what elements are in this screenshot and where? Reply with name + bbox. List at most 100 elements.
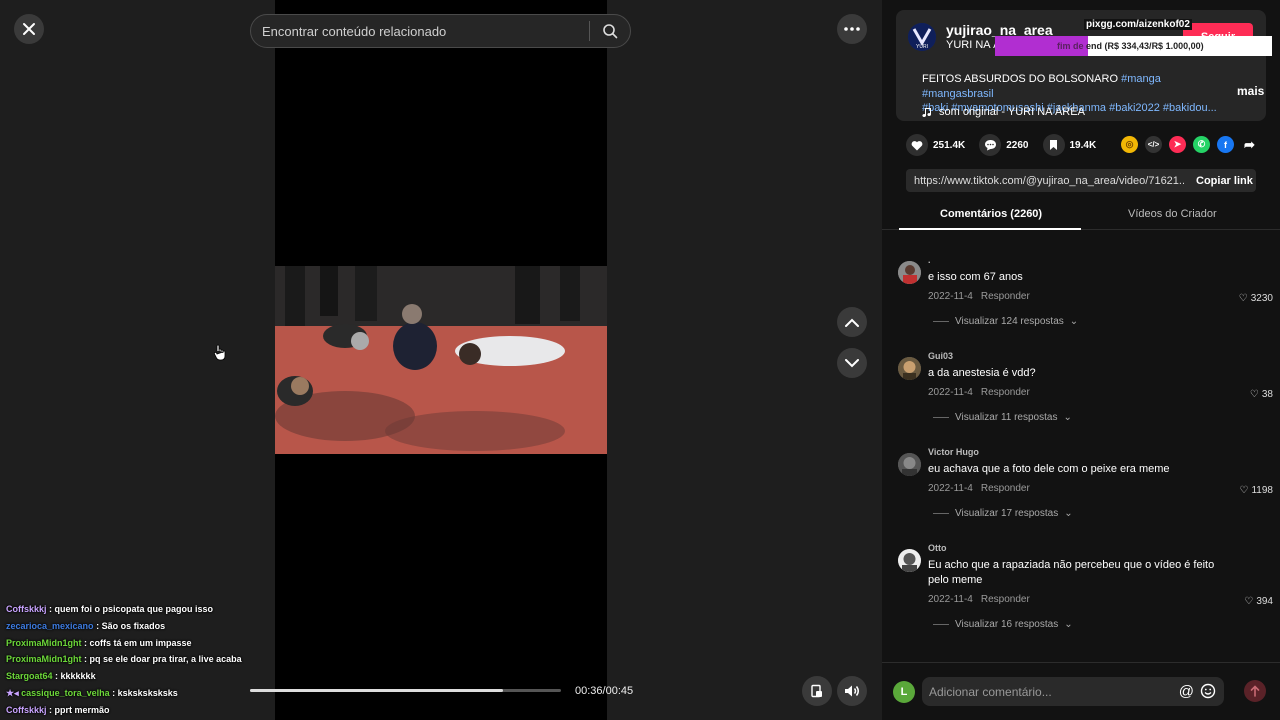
commenter-avatar[interactable]	[898, 453, 921, 476]
commenter-avatar[interactable]	[898, 261, 921, 284]
reply-button[interactable]: Responder	[981, 387, 1030, 398]
save-stat[interactable]: 19.4K	[1042, 134, 1097, 156]
reply-button[interactable]: Responder	[981, 483, 1030, 494]
video-progress-bar[interactable]	[250, 689, 561, 692]
donation-goal-prefix: fim de	[1057, 41, 1084, 51]
volume-button[interactable]	[837, 676, 867, 706]
comment-input[interactable]: Adicionar comentário... @	[922, 677, 1224, 706]
send-to-friend-icon[interactable]: ➤	[1169, 136, 1186, 153]
commenter-avatar[interactable]	[898, 357, 921, 380]
related-search-box[interactable]: Encontrar conteúdo relacionado	[250, 14, 631, 48]
view-replies-button[interactable]: Visualizar 16 respostas ⌄	[933, 619, 1073, 630]
comment-icon[interactable]	[979, 134, 1002, 156]
donation-goal-bar: fim de end (R$ 334,43/R$ 1.000,00)	[995, 36, 1272, 56]
view-replies-button[interactable]: Visualizar 11 respostas ⌄	[933, 412, 1072, 423]
chat-message: ProximaMidn1ght : coffs tá em um impasse	[6, 637, 192, 648]
view-replies-label: Visualizar 16 respostas	[955, 619, 1059, 630]
save-count: 19.4K	[1069, 139, 1097, 151]
bookmark-icon[interactable]	[1042, 134, 1065, 156]
commenter-name[interactable]: Victor Hugo	[928, 447, 979, 457]
creator-avatar[interactable]: YURI	[908, 23, 936, 51]
creator-nickname: YURI NA Á	[946, 39, 1001, 51]
video-player[interactable]	[275, 0, 607, 720]
details-panel: YURI yujirao_na_area YURI NA Á Seguir FE…	[882, 0, 1280, 720]
video-area: Encontrar conteúdo relacionado 00:36/00:…	[0, 0, 882, 720]
pip-button[interactable]	[802, 676, 832, 706]
view-replies-button[interactable]: Visualizar 17 respostas ⌄	[933, 508, 1073, 519]
whatsapp-icon[interactable]: ✆	[1193, 136, 1210, 153]
sound-link[interactable]: som original - YURI NA ÁREA	[922, 106, 1085, 118]
share-arrow-icon[interactable]: ➦	[1241, 136, 1258, 153]
copy-link-button[interactable]: Copiar link	[1196, 175, 1253, 187]
next-video-button[interactable]	[837, 348, 867, 378]
reply-button[interactable]: Responder	[981, 594, 1030, 605]
emoji-icon[interactable]	[1200, 683, 1216, 702]
heart-icon[interactable]	[906, 134, 928, 156]
close-button[interactable]	[14, 14, 44, 44]
more-options-button[interactable]	[837, 14, 867, 44]
comment-meta: 2022-11-4 Responder	[928, 291, 1030, 302]
commenter-name[interactable]: .	[928, 255, 931, 265]
chat-message: ProximaMidn1ght : pq se ele doar pra tir…	[6, 654, 242, 665]
mention-icon[interactable]: @	[1179, 683, 1194, 702]
heart-outline-icon: ♡	[1249, 389, 1259, 400]
donation-goal-amount: end (R$ 334,43/R$ 1.000,00)	[1086, 41, 1204, 51]
chevron-down-icon: ⌄	[1064, 508, 1073, 519]
like-stat[interactable]: 251.4K	[906, 134, 965, 156]
chevron-up-icon	[845, 318, 859, 327]
comment-text: Eu acho que a rapaziada não percebeu que…	[928, 559, 1215, 586]
music-note-icon	[922, 107, 932, 117]
chat-message: Coffskkkj : pprt mermão	[6, 704, 110, 715]
like-count: 251.4K	[933, 139, 966, 151]
video-url: https://www.tiktok.com/@yujirao_na_area/…	[914, 174, 1184, 187]
comment-like-button[interactable]: ♡ 1198	[1240, 485, 1273, 496]
view-replies-button[interactable]: Visualizar 124 respostas ⌄	[933, 316, 1078, 327]
chevron-down-icon: ⌄	[1069, 316, 1079, 327]
commenter-name[interactable]: Otto	[928, 543, 947, 553]
heart-outline-icon: ♡	[1238, 293, 1248, 304]
active-tab-indicator	[899, 228, 1081, 230]
tab-comments[interactable]: Comentários (2260)	[940, 208, 1042, 220]
my-avatar[interactable]: L	[893, 681, 915, 703]
comment-stat[interactable]: 2260	[979, 134, 1029, 156]
comment-input-placeholder: Adicionar comentário...	[929, 684, 1052, 699]
tab-creator-videos[interactable]: Vídeos do Criador	[1128, 208, 1217, 220]
coin-icon[interactable]: ◎	[1121, 136, 1138, 153]
chevron-down-icon	[845, 358, 859, 367]
facebook-icon[interactable]: f	[1217, 136, 1234, 153]
embed-code-icon[interactable]: </>	[1145, 136, 1162, 153]
previous-video-button[interactable]	[837, 307, 867, 337]
comment-text: eu achava que a foto dele com o peixe er…	[928, 463, 1170, 475]
comment-meta: 2022-11-4 Responder	[928, 594, 1030, 605]
comment-text: e isso com 67 anos	[928, 271, 1023, 283]
commenter-name[interactable]: Gui03	[928, 351, 953, 361]
pip-icon	[811, 684, 822, 698]
comment-like-button[interactable]: ♡ 3230	[1239, 293, 1273, 304]
mouse-cursor-icon	[214, 344, 226, 366]
chevron-down-icon: ⌄	[1063, 412, 1072, 423]
send-comment-button[interactable]	[1244, 680, 1266, 702]
comment-meta: 2022-11-4 Responder	[928, 483, 1030, 494]
heart-outline-icon: ♡	[1239, 485, 1249, 496]
copy-link-box: https://www.tiktok.com/@yujirao_na_area/…	[906, 169, 1256, 192]
comment-like-button[interactable]: ♡ 394	[1244, 596, 1273, 607]
commenter-avatar[interactable]	[898, 549, 921, 572]
donation-link: pixgg.com/aizenkof02	[1084, 19, 1192, 30]
reply-button[interactable]: Responder	[981, 291, 1030, 302]
donation-goal-text: fim de end (R$ 334,43/R$ 1.000,00)	[1051, 36, 1272, 56]
search-icon[interactable]	[600, 21, 620, 41]
expand-description-button[interactable]: mais	[1237, 84, 1264, 98]
replies-line	[933, 417, 949, 418]
chat-message: Stargoat64 : kkkkkkk	[6, 671, 96, 682]
chat-text: São os fixados	[101, 620, 166, 631]
comment-like-count: 3230	[1250, 293, 1273, 304]
chat-username: ProximaMidn1ght	[6, 654, 82, 665]
chat-text: kkkkkkk	[60, 671, 96, 682]
share-options: ◎ </> ➤ ✆ f ➦	[1121, 136, 1258, 153]
comment-like-button[interactable]: ♡ 38	[1250, 389, 1273, 400]
comment-input-icons: @	[1179, 683, 1216, 702]
comment-date: 2022-11-4	[928, 594, 973, 605]
svg-text:YURI: YURI	[916, 44, 928, 50]
search-input[interactable]: Encontrar conteúdo relacionado	[262, 24, 589, 39]
comment-meta: 2022-11-4 Responder	[928, 387, 1030, 398]
